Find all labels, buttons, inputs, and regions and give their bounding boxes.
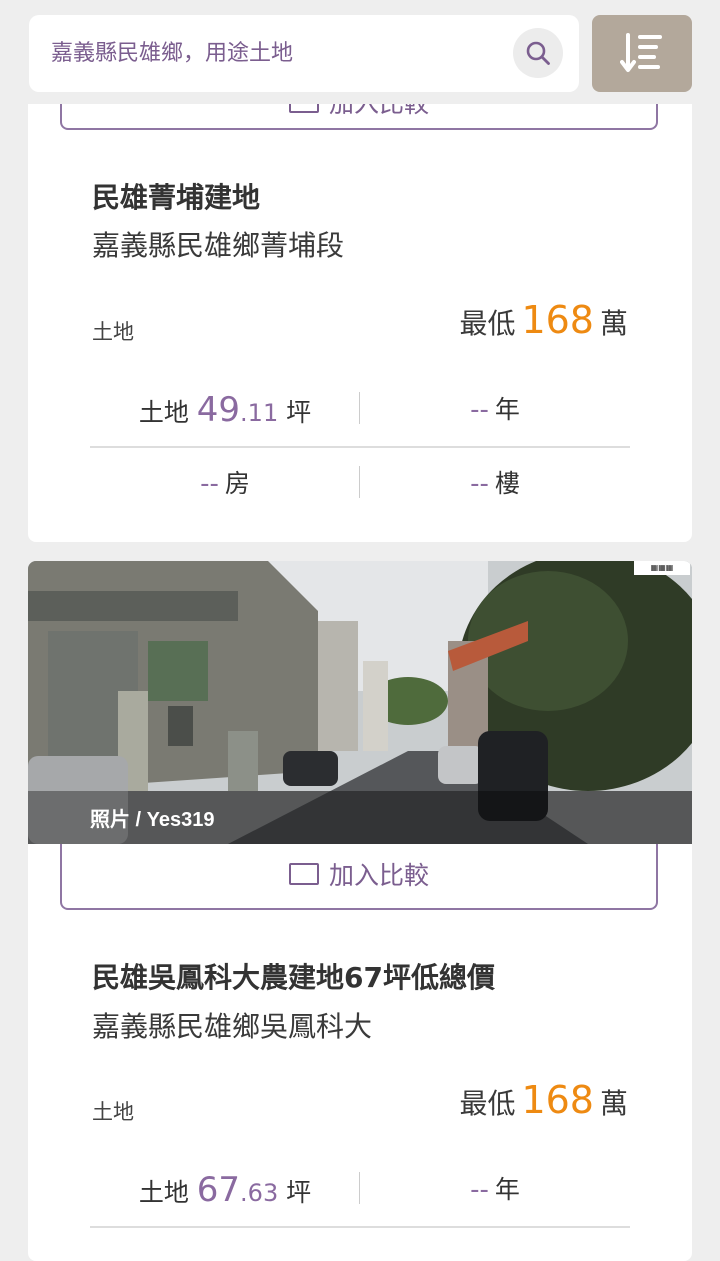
price-value: 168 bbox=[521, 298, 594, 342]
price-prefix: 最低 bbox=[459, 1087, 516, 1120]
rooms-unit: 房 bbox=[224, 469, 250, 498]
land-area-int: 67 bbox=[196, 1170, 241, 1210]
sort-button[interactable] bbox=[592, 15, 692, 92]
age-unit: 年 bbox=[494, 395, 520, 424]
listing-card[interactable]: 加入比較 民雄菁埔建地 嘉義縣民雄鄉菁埔段 土地 最低168萬 土地 49.11… bbox=[28, 60, 692, 542]
price-unit: 萬 bbox=[599, 1087, 628, 1120]
age-value: -- bbox=[470, 1175, 489, 1205]
land-area-label: 土地 bbox=[138, 398, 189, 427]
price-value: 168 bbox=[521, 1078, 594, 1122]
add-to-compare-button[interactable]: 加入比較 bbox=[60, 844, 658, 910]
building-age: -- 年 bbox=[360, 374, 630, 446]
land-area-unit: 坪 bbox=[286, 1178, 312, 1207]
watermark-badge: ▦▦▦ bbox=[634, 561, 690, 575]
street-photo-illustration bbox=[28, 561, 692, 844]
photo-credit: 照片 / Yes319 bbox=[90, 809, 215, 831]
floor-unit: 樓 bbox=[494, 469, 520, 498]
compare-label: 加入比較 bbox=[328, 861, 429, 890]
search-icon bbox=[526, 41, 550, 65]
price: 最低 168 萬 bbox=[459, 1078, 628, 1122]
property-type: 土地 bbox=[92, 1100, 134, 1124]
land-area-dec: .63 bbox=[240, 1179, 279, 1207]
top-bar: 嘉義縣民雄鄉，用途土地 bbox=[0, 0, 720, 104]
search-input[interactable]: 嘉義縣民雄鄉，用途土地 bbox=[29, 15, 579, 92]
listing-photo[interactable]: ▦▦▦ 照片 / Yes319 bbox=[28, 561, 692, 844]
listing-card[interactable]: ▦▦▦ 照片 / Yes319 加入比較 民雄吳鳳科大農建地67坪低總價 嘉義縣… bbox=[28, 561, 692, 1261]
search-query-text[interactable]: 嘉義縣民雄鄉，用途土地 bbox=[51, 15, 293, 92]
rooms-value: -- bbox=[200, 469, 219, 499]
land-area: 土地 49.11 坪 bbox=[90, 374, 360, 446]
building-age: -- 年 bbox=[360, 1154, 630, 1226]
age-unit: 年 bbox=[494, 1175, 520, 1204]
land-area: 土地 67.63 坪 bbox=[90, 1154, 360, 1226]
listing-address: 嘉義縣民雄鄉吳鳳科大 bbox=[92, 1010, 373, 1043]
land-area-label: 土地 bbox=[138, 1178, 189, 1207]
floor-value: -- bbox=[470, 469, 489, 499]
room-count: -- 房 bbox=[90, 448, 360, 520]
listing-address: 嘉義縣民雄鄉菁埔段 bbox=[92, 229, 345, 262]
price: 最低 168 萬 bbox=[459, 298, 628, 342]
price-unit: 萬 bbox=[599, 307, 628, 340]
land-area-dec: .11 bbox=[240, 399, 279, 427]
listing-title[interactable]: 民雄菁埔建地 bbox=[92, 176, 260, 216]
land-area-int: 49 bbox=[196, 390, 241, 430]
listing-title[interactable]: 民雄吳鳳科大農建地67坪低總價 bbox=[92, 956, 495, 996]
listing-stats: 土地 49.11 坪 -- 年 -- 房 -- 樓 bbox=[90, 374, 630, 520]
age-value: -- bbox=[470, 395, 489, 425]
search-button[interactable] bbox=[513, 28, 563, 78]
sort-icon bbox=[620, 33, 662, 72]
listing-stats: 土地 67.63 坪 -- 年 bbox=[90, 1154, 630, 1228]
price-prefix: 最低 bbox=[459, 307, 516, 340]
floor: -- 樓 bbox=[360, 448, 630, 520]
property-type: 土地 bbox=[92, 320, 134, 344]
compare-checkbox-icon bbox=[288, 863, 319, 885]
land-area-unit: 坪 bbox=[286, 398, 312, 427]
